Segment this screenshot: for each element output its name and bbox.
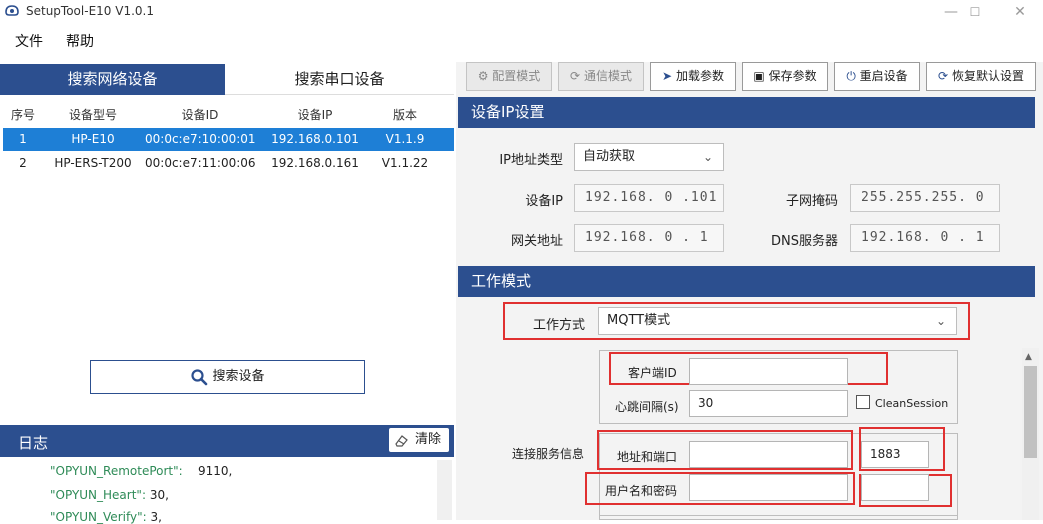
server-info-label: 连接服务信息 [512, 447, 585, 461]
clean-session-label: CleanSession [875, 397, 949, 410]
client-id-field[interactable] [689, 358, 848, 385]
row-version: V1.1.22 [381, 156, 429, 170]
client-id-label: 客户端ID [628, 366, 677, 380]
address-port-label: 地址和端口 [617, 450, 678, 464]
restart-button[interactable]: ⏻ 重启设备 [834, 62, 920, 91]
refresh-icon: ⟳ [570, 69, 581, 83]
user-pass-label: 用户名和密码 [605, 484, 678, 498]
log-line: "OPYUN_Heart": 30, [50, 488, 169, 502]
port-field[interactable]: 1883 [861, 441, 929, 468]
log-line: "OPYUN_RemotePort": 9110, [50, 464, 233, 478]
heartbeat-label: 心跳间隔(s) [615, 400, 679, 414]
work-mode-header: 工作模式 [458, 266, 1035, 297]
search-icon [191, 368, 208, 385]
subnet-field[interactable]: 255.255.255. 0 [850, 184, 1000, 212]
save-icon: ▣ [753, 69, 765, 83]
ip-settings-header: 设备IP设置 [458, 97, 1035, 128]
menu-file[interactable]: 文件 [15, 31, 43, 51]
log-header [0, 425, 454, 457]
close-icon[interactable]: ✕ [997, 0, 1043, 26]
dns-field[interactable]: 192.168. 0 . 1 [850, 224, 1000, 252]
menu-bar [0, 28, 1043, 52]
app-logo-icon [5, 5, 19, 16]
username-field[interactable] [689, 474, 848, 501]
table-row[interactable]: 2 HP-ERS-T200 00:0c:e7:11:00:06 192.168.… [3, 152, 454, 175]
comm-mode-button[interactable]: ⟳ 通信模式 [558, 62, 644, 91]
heartbeat-field[interactable]: 30 [689, 390, 848, 417]
maximize-icon[interactable]: ☐ [952, 0, 998, 26]
column-header-id: 设备ID [181, 108, 219, 122]
scroll-up-icon[interactable]: ▲ [1025, 352, 1032, 362]
clear-log-button[interactable]: 清除 [389, 428, 449, 452]
row-ip: 192.168.0.161 [271, 156, 359, 170]
menu-help[interactable]: 帮助 [66, 31, 94, 51]
log-title: 日志 [18, 434, 49, 452]
chevron-down-icon: ⌄ [702, 150, 713, 164]
tab-search-network[interactable]: 搜索网络设备 [0, 64, 225, 95]
row-id: 00:0c:e7:10:00:01 [145, 132, 256, 146]
rocket-icon: ➤ [662, 69, 673, 83]
row-no: 2 [19, 156, 27, 170]
ip-type-label: IP地址类型 [499, 153, 563, 168]
work-method-label: 工作方式 [532, 318, 585, 333]
dns-label: DNS服务器 [771, 234, 838, 249]
address-field[interactable] [689, 441, 848, 468]
window-title: SetupTool-E10 V1.0.1 [26, 4, 154, 18]
scrollbar-thumb[interactable] [1024, 366, 1037, 458]
work-method-select[interactable]: MQTT模式 ⌄ [598, 307, 957, 335]
search-devices-label: 搜索设备 [212, 369, 265, 384]
row-id: 00:0c:e7:11:00:06 [145, 156, 256, 170]
title-bar [0, 0, 1043, 26]
clean-session-checkbox[interactable] [856, 395, 870, 409]
row-model: HP-ERS-T200 [54, 156, 132, 170]
tab-search-serial[interactable]: 搜索串口设备 [225, 64, 454, 95]
password-field[interactable] [861, 474, 929, 501]
device-ip-field[interactable]: 192.168. 0 .101 [574, 184, 724, 212]
gateway-field[interactable]: 192.168. 0 . 1 [574, 224, 724, 252]
row-no: 1 [19, 132, 27, 146]
table-row-selected[interactable]: 1 HP-E10 00:0c:e7:10:00:01 192.168.0.101… [3, 128, 454, 151]
row-ip: 192.168.0.101 [271, 132, 359, 146]
eraser-icon [395, 435, 408, 447]
log-line: "OPYUN_Verify": 3, [50, 510, 162, 524]
column-header-no: 序号 [10, 108, 35, 122]
save-params-button[interactable]: ▣ 保存参数 [742, 62, 828, 91]
next-group-edge [599, 515, 958, 520]
load-params-button[interactable]: ➤ 加载参数 [650, 62, 736, 91]
gateway-label: 网关地址 [510, 234, 563, 249]
search-devices-button[interactable]: 搜索设备 [90, 360, 365, 394]
column-header-ip: 设备IP [297, 108, 333, 122]
restore-icon: ⟳ [938, 69, 949, 83]
clear-log-label: 清除 [414, 432, 441, 447]
restore-defaults-button[interactable]: ⟳ 恢复默认设置 [926, 62, 1036, 91]
column-header-version: 版本 [392, 108, 417, 122]
log-scrollbar[interactable] [437, 460, 452, 520]
chevron-down-icon: ⌄ [935, 314, 946, 328]
config-icon: ⚙ [477, 69, 489, 83]
subnet-label: 子网掩码 [785, 194, 838, 209]
power-icon: ⏻ [846, 69, 856, 83]
config-mode-button[interactable]: ⚙ 配置模式 [466, 62, 552, 91]
row-model: HP-E10 [71, 132, 115, 146]
row-version: V1.1.9 [385, 132, 425, 146]
ip-type-select[interactable]: 自动获取 ⌄ [574, 143, 724, 171]
column-header-model: 设备型号 [68, 108, 117, 122]
device-ip-label: 设备IP [525, 194, 563, 209]
